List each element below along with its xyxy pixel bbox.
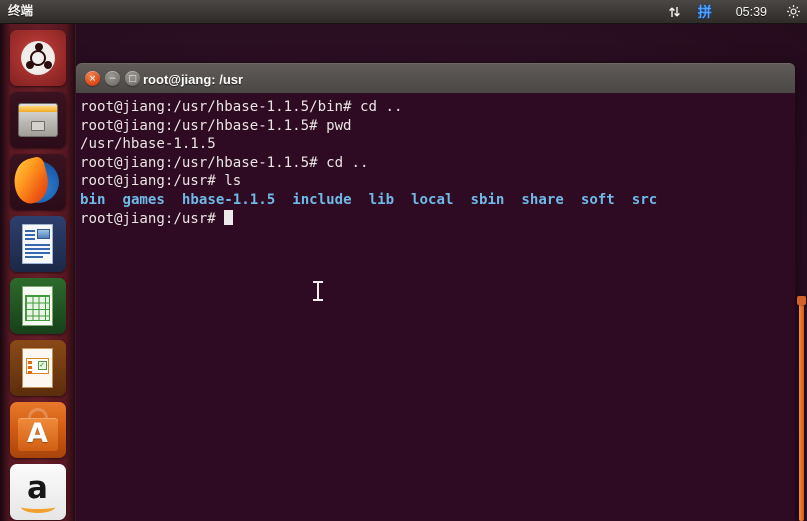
amazon-icon: a [9,464,66,520]
panel-app-menu-title[interactable]: 终端 [0,0,41,23]
minimize-icon[interactable]: − [105,71,120,86]
terminal-ls-separator [165,192,182,208]
terminal-line: root@jiang:/usr# [80,209,795,229]
terminal-ls-separator [504,192,521,208]
terminal-prompt: root@jiang:/usr/hbase-1.1.5# [80,117,327,134]
launcher-item-libreoffice-calc[interactable] [9,278,66,334]
launcher-item-libreoffice-impress[interactable]: ✓ [9,340,66,396]
input-method-indicator[interactable]: 拼 [687,0,723,24]
terminal-ls-entry: include [292,191,352,208]
file-cabinet-icon [9,92,66,148]
terminal-ls-entry: local [411,191,454,208]
terminal-command: ls [224,173,242,190]
software-bag-icon: A [9,402,66,458]
launcher-item-software-center[interactable]: A [9,402,66,458]
terminal-window: × − □ root@jiang: /usr root@jiang:/usr/h… [76,63,795,521]
terminal-ls-output: bin games hbase-1.1.5 include lib local … [80,191,795,210]
terminal-titlebar[interactable]: × − □ root@jiang: /usr [76,63,795,93]
unity-launcher: ✓ A a [0,24,76,521]
terminal-line: root@jiang:/usr# ls [80,172,795,191]
spreadsheet-icon [9,278,66,334]
terminal-ls-separator [564,192,581,208]
scrollbar-thumb[interactable] [797,296,806,305]
terminal-ls-entry: soft [580,191,615,208]
gear-icon[interactable] [780,0,807,24]
terminal-ls-entry: bin [80,191,106,208]
network-up-down-icon[interactable] [662,0,687,24]
document-icon [9,216,66,272]
terminal-ls-separator [352,192,369,208]
terminal-prompt: root@jiang:/usr/hbase-1.1.5/bin# [80,99,361,115]
maximize-icon[interactable]: □ [125,71,140,86]
terminal-ls-separator [275,192,292,208]
launcher-item-files[interactable] [9,92,66,148]
presentation-icon: ✓ [9,340,66,396]
clock-indicator[interactable]: 05:39 [723,0,780,24]
overlay-scrollbar[interactable] [799,298,804,521]
input-method-label: 拼 [697,4,712,21]
firefox-icon [9,154,66,210]
terminal-ls-entry: sbin [470,191,505,208]
terminal-output: /usr/hbase-1.1.5 [80,136,216,153]
terminal-prompt: root@jiang:/usr# [80,173,225,190]
terminal-line: root@jiang:/usr/hbase-1.1.5# pwd [80,117,795,136]
terminal-block-cursor [224,209,233,225]
terminal-ls-separator [615,192,632,208]
terminal-prompt: root@jiang:/usr/hbase-1.1.5# [80,154,327,171]
terminal-ls-entry: lib [368,191,395,208]
terminal-screen[interactable]: root@jiang:/usr/hbase-1.1.5/bin# cd .. ro… [78,98,795,228]
terminal-line: /usr/hbase-1.1.5 [80,135,795,154]
terminal-line: root@jiang:/usr/hbase-1.1.5# cd .. [80,154,795,173]
clock-label: 05:39 [735,4,767,19]
launcher-item-firefox[interactable] [9,154,66,210]
launcher-item-libreoffice-writer[interactable] [9,216,66,272]
terminal-ls-separator [453,192,470,208]
terminal-command: pwd [326,117,352,134]
terminal-ls-entry: hbase-1.1.5 [181,191,276,208]
ubuntu-logo-icon [9,30,66,86]
launcher-item-amazon[interactable]: a [9,464,66,520]
top-panel: 终端 拼 05:39 [0,0,807,24]
terminal-ls-entry: src [631,191,658,208]
terminal-line: root@jiang:/usr/hbase-1.1.5/bin# cd .. [80,98,795,117]
launcher-item-ubuntu-dash[interactable] [9,30,66,86]
terminal-title: root@jiang: /usr [143,71,244,87]
terminal-ls-separator [105,192,122,208]
close-icon[interactable]: × [85,71,100,86]
terminal-command: cd .. [360,99,403,115]
terminal-prompt: root@jiang:/usr# [80,210,225,227]
terminal-command: cd .. [326,154,369,171]
terminal-ls-entry: share [521,191,564,208]
terminal-ls-entry: games [122,191,165,208]
terminal-ls-separator [394,192,411,208]
window-controls: × − □ [76,71,140,86]
terminal-body[interactable]: root@jiang:/usr/hbase-1.1.5/bin# cd .. ro… [76,93,795,521]
